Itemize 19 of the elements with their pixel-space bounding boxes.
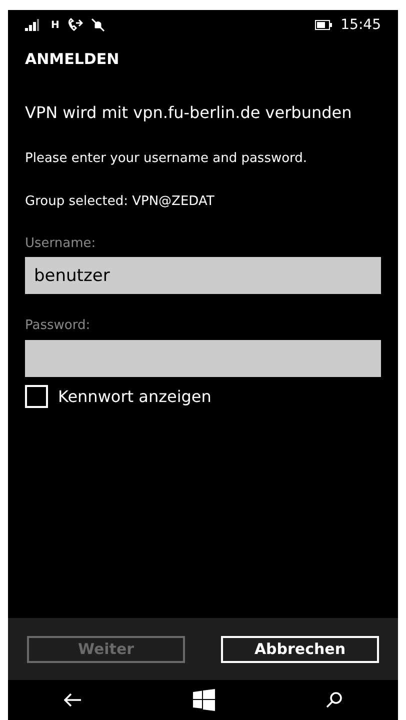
search-icon[interactable] xyxy=(326,692,342,708)
windows-logo-icon[interactable] xyxy=(192,689,215,711)
connection-heading: VPN wird mit vpn.fu-berlin.de verbunden xyxy=(24,102,353,124)
muted-bell-icon xyxy=(91,18,106,32)
page-title: ANMELDEN xyxy=(24,49,120,70)
input-field[interactable] xyxy=(25,340,381,376)
battery-icon xyxy=(314,20,333,30)
phone-forward-icon xyxy=(67,18,84,32)
clock: 15:45 xyxy=(340,16,381,34)
group-text: Group selected: VPN@ZEDAT xyxy=(24,193,216,211)
input-field[interactable]: benutzer xyxy=(25,257,381,294)
network-type: H xyxy=(51,18,60,32)
checkbox-label: Kennwort anzeigen xyxy=(58,386,212,408)
checkbox[interactable] xyxy=(25,385,48,408)
field-label: Username: xyxy=(25,234,97,252)
field-label: Password: xyxy=(25,317,92,335)
back-arrow-icon[interactable] xyxy=(64,693,82,707)
instruction-text: Please enter your username and password. xyxy=(24,150,308,168)
action-button[interactable]: Abbrechen xyxy=(221,636,379,662)
